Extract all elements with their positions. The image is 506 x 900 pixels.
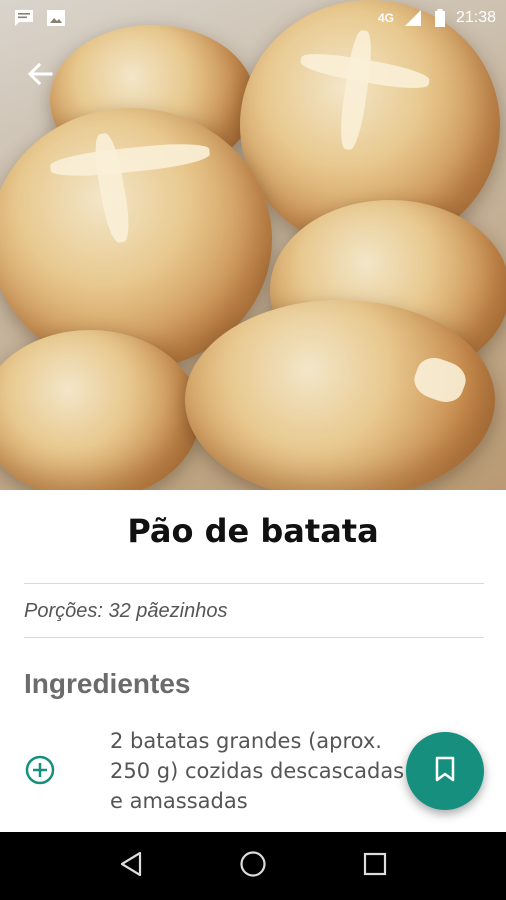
recents-square-icon (363, 852, 387, 881)
image-notification-icon (46, 9, 66, 27)
status-bar: 4G 21:38 (0, 0, 506, 36)
home-circle-icon (239, 850, 267, 883)
bookmark-button[interactable] (406, 732, 484, 810)
ingredient-text: 2 batatas grandes (aprox. 250 g) cozidas… (110, 726, 410, 816)
bread-roll (185, 300, 495, 490)
add-circle-icon (24, 755, 56, 790)
recipe-photo (0, 0, 506, 490)
nav-back-button[interactable] (111, 846, 151, 886)
nav-recents-button[interactable] (355, 846, 395, 886)
back-arrow-icon (27, 62, 53, 91)
battery-icon (434, 9, 446, 27)
bookmark-icon (434, 756, 456, 787)
signal-icon (404, 9, 424, 27)
recipe-title: Pão de batata (127, 512, 379, 550)
ingredients-heading: Ingredientes (24, 668, 191, 699)
ingredient-line: 2 batatas grandes (aprox. (110, 729, 382, 753)
ingredient-line: e amassadas (110, 789, 248, 813)
network-type: 4G (377, 11, 394, 25)
divider (24, 583, 484, 584)
chat-notification-icon (14, 9, 34, 27)
nav-home-button[interactable] (233, 846, 273, 886)
back-triangle-icon (119, 851, 143, 882)
divider (24, 637, 484, 638)
status-time: 21:38 (455, 9, 496, 26)
ingredient-line: 250 g) cozidas descascadas (110, 759, 405, 783)
portions-text: Porções: 32 pãezinhos (24, 600, 228, 622)
navigation-bar (0, 832, 506, 900)
add-ingredient-button[interactable] (24, 754, 56, 786)
back-button[interactable] (22, 58, 58, 94)
